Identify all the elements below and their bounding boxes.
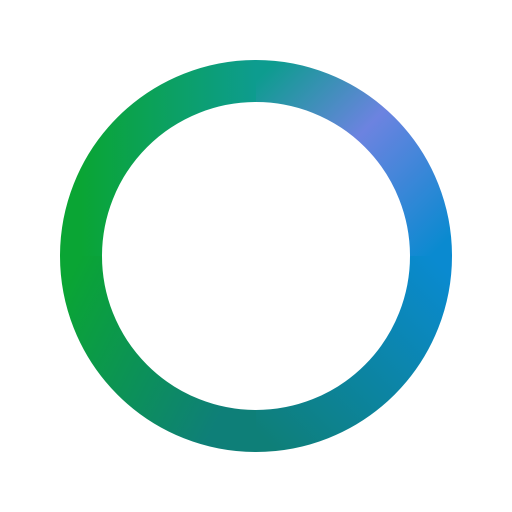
ring-segment-bottom-right	[255, 255, 452, 452]
ring-segment-bottom-left	[60, 255, 257, 452]
gradient-ring-icon	[60, 60, 452, 452]
app-canvas	[0, 0, 512, 512]
ring-segment-top-right	[255, 60, 452, 257]
logo-mark	[60, 60, 452, 452]
ring-segment-top-left	[60, 60, 257, 257]
